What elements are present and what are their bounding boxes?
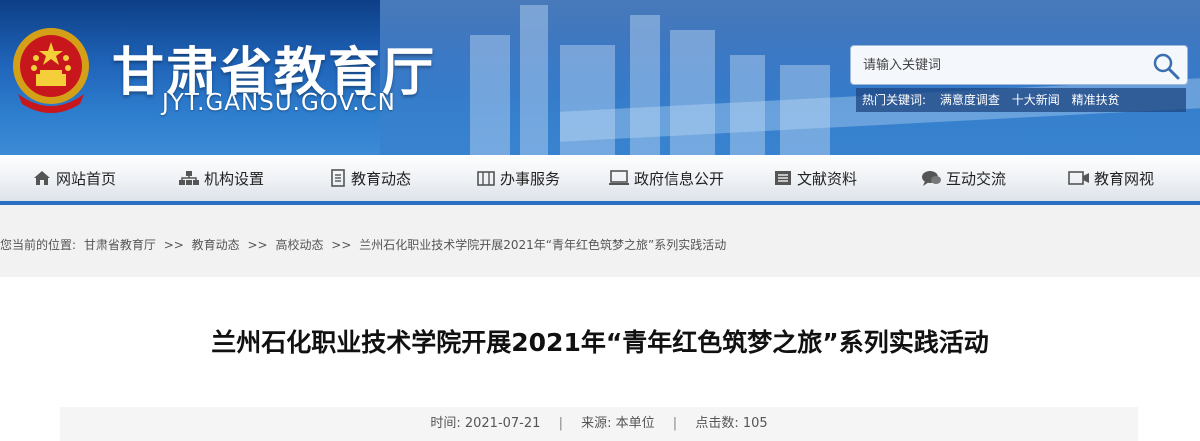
nav-item-edu-news[interactable]: 教育动态 xyxy=(329,155,411,201)
breadcrumb-link[interactable]: 甘肃省教育厅 xyxy=(84,238,156,252)
main-nav: 网站首页 机构设置 教育动态 办事服务 政府信息公开 文献资料 互动交流 教育网… xyxy=(0,155,1200,205)
hot-keywords-bar: 热门关键词: 满意度调查 十大新闻 精准扶贫 xyxy=(856,88,1186,112)
search-icon[interactable] xyxy=(1151,51,1181,81)
nav-item-label: 办事服务 xyxy=(500,169,561,188)
breadcrumb-current[interactable]: 兰州石化职业技术学院开展2021年“青年红色筑梦之旅”系列实践活动 xyxy=(359,238,726,252)
building-icon xyxy=(477,171,495,186)
nav-item-org[interactable]: 机构设置 xyxy=(178,155,264,201)
nav-item-edu-tv[interactable]: 教育网视 xyxy=(1068,155,1154,201)
article-content: 兰州石化职业技术学院开展2021年“青年红色筑梦之旅”系列实践活动 时间: 20… xyxy=(0,277,1200,441)
nav-item-label: 教育动态 xyxy=(351,169,412,188)
banner-building xyxy=(520,5,548,155)
hot-keyword[interactable]: 精准扶贫 xyxy=(1072,93,1120,107)
nav-item-label: 机构设置 xyxy=(204,169,265,188)
nav-item-literature[interactable]: 文献资料 xyxy=(773,155,857,201)
breadcrumb-separator: >> xyxy=(331,238,352,252)
breadcrumb-prefix: 您当前的位置: xyxy=(0,238,77,252)
breadcrumb: 您当前的位置: 甘肃省教育厅 >> 教育动态 >> 高校动态 >> 兰州石化职业… xyxy=(0,236,730,253)
meta-clicks-label: 点击数: xyxy=(695,416,739,431)
article-meta: 时间: 2021-07-21 | 来源: 本单位 | 点击数: 105 xyxy=(60,407,1138,441)
nav-item-home[interactable]: 网站首页 xyxy=(32,155,116,201)
breadcrumb-separator: >> xyxy=(163,238,184,252)
meta-source: 本单位 xyxy=(615,416,655,431)
breadcrumb-separator: >> xyxy=(247,238,268,252)
banner-building xyxy=(670,30,715,155)
video-icon xyxy=(1068,171,1089,185)
nav-item-gov-info[interactable]: 政府信息公开 xyxy=(608,155,724,201)
nav-item-label: 互动交流 xyxy=(946,169,1007,188)
hot-keyword[interactable]: 十大新闻 xyxy=(1012,93,1060,107)
meta-clicks: 105 xyxy=(742,416,768,431)
nav-item-label: 文献资料 xyxy=(797,169,858,188)
meta-divider: | xyxy=(672,416,678,431)
article-title: 兰州石化职业技术学院开展2021年“青年红色筑梦之旅”系列实践活动 xyxy=(211,328,989,357)
book-icon xyxy=(775,171,791,185)
org-chart-icon xyxy=(179,171,199,185)
document-icon xyxy=(331,169,345,187)
breadcrumb-link[interactable]: 高校动态 xyxy=(275,238,323,252)
site-header: 甘肃省教育厅 JYT.GANSU.GOV.CN 热门关键词: 满意度调查 十大新… xyxy=(0,0,1200,155)
national-emblem-icon xyxy=(13,28,89,113)
search-input[interactable] xyxy=(863,46,1143,84)
banner-building xyxy=(470,35,510,155)
nav-item-interaction[interactable]: 互动交流 xyxy=(920,155,1006,201)
meta-time-label: 时间: xyxy=(430,416,461,431)
breadcrumb-link[interactable]: 教育动态 xyxy=(192,238,240,252)
search-box xyxy=(850,45,1188,85)
nav-item-label: 政府信息公开 xyxy=(634,169,725,188)
hot-keyword[interactable]: 满意度调查 xyxy=(940,93,1000,107)
site-domain: JYT.GANSU.GOV.CN xyxy=(162,90,396,116)
hot-keywords-label: 热门关键词: xyxy=(862,93,927,107)
nav-item-label: 网站首页 xyxy=(56,169,117,188)
meta-time: 2021-07-21 xyxy=(464,416,541,431)
meta-source-label: 来源: xyxy=(581,416,612,431)
meta-divider: | xyxy=(558,416,563,431)
nav-item-label: 教育网视 xyxy=(1094,169,1155,188)
nav-item-services[interactable]: 办事服务 xyxy=(476,155,560,201)
monitor-icon xyxy=(609,170,629,185)
home-icon xyxy=(34,171,50,185)
chat-icon xyxy=(922,171,941,186)
